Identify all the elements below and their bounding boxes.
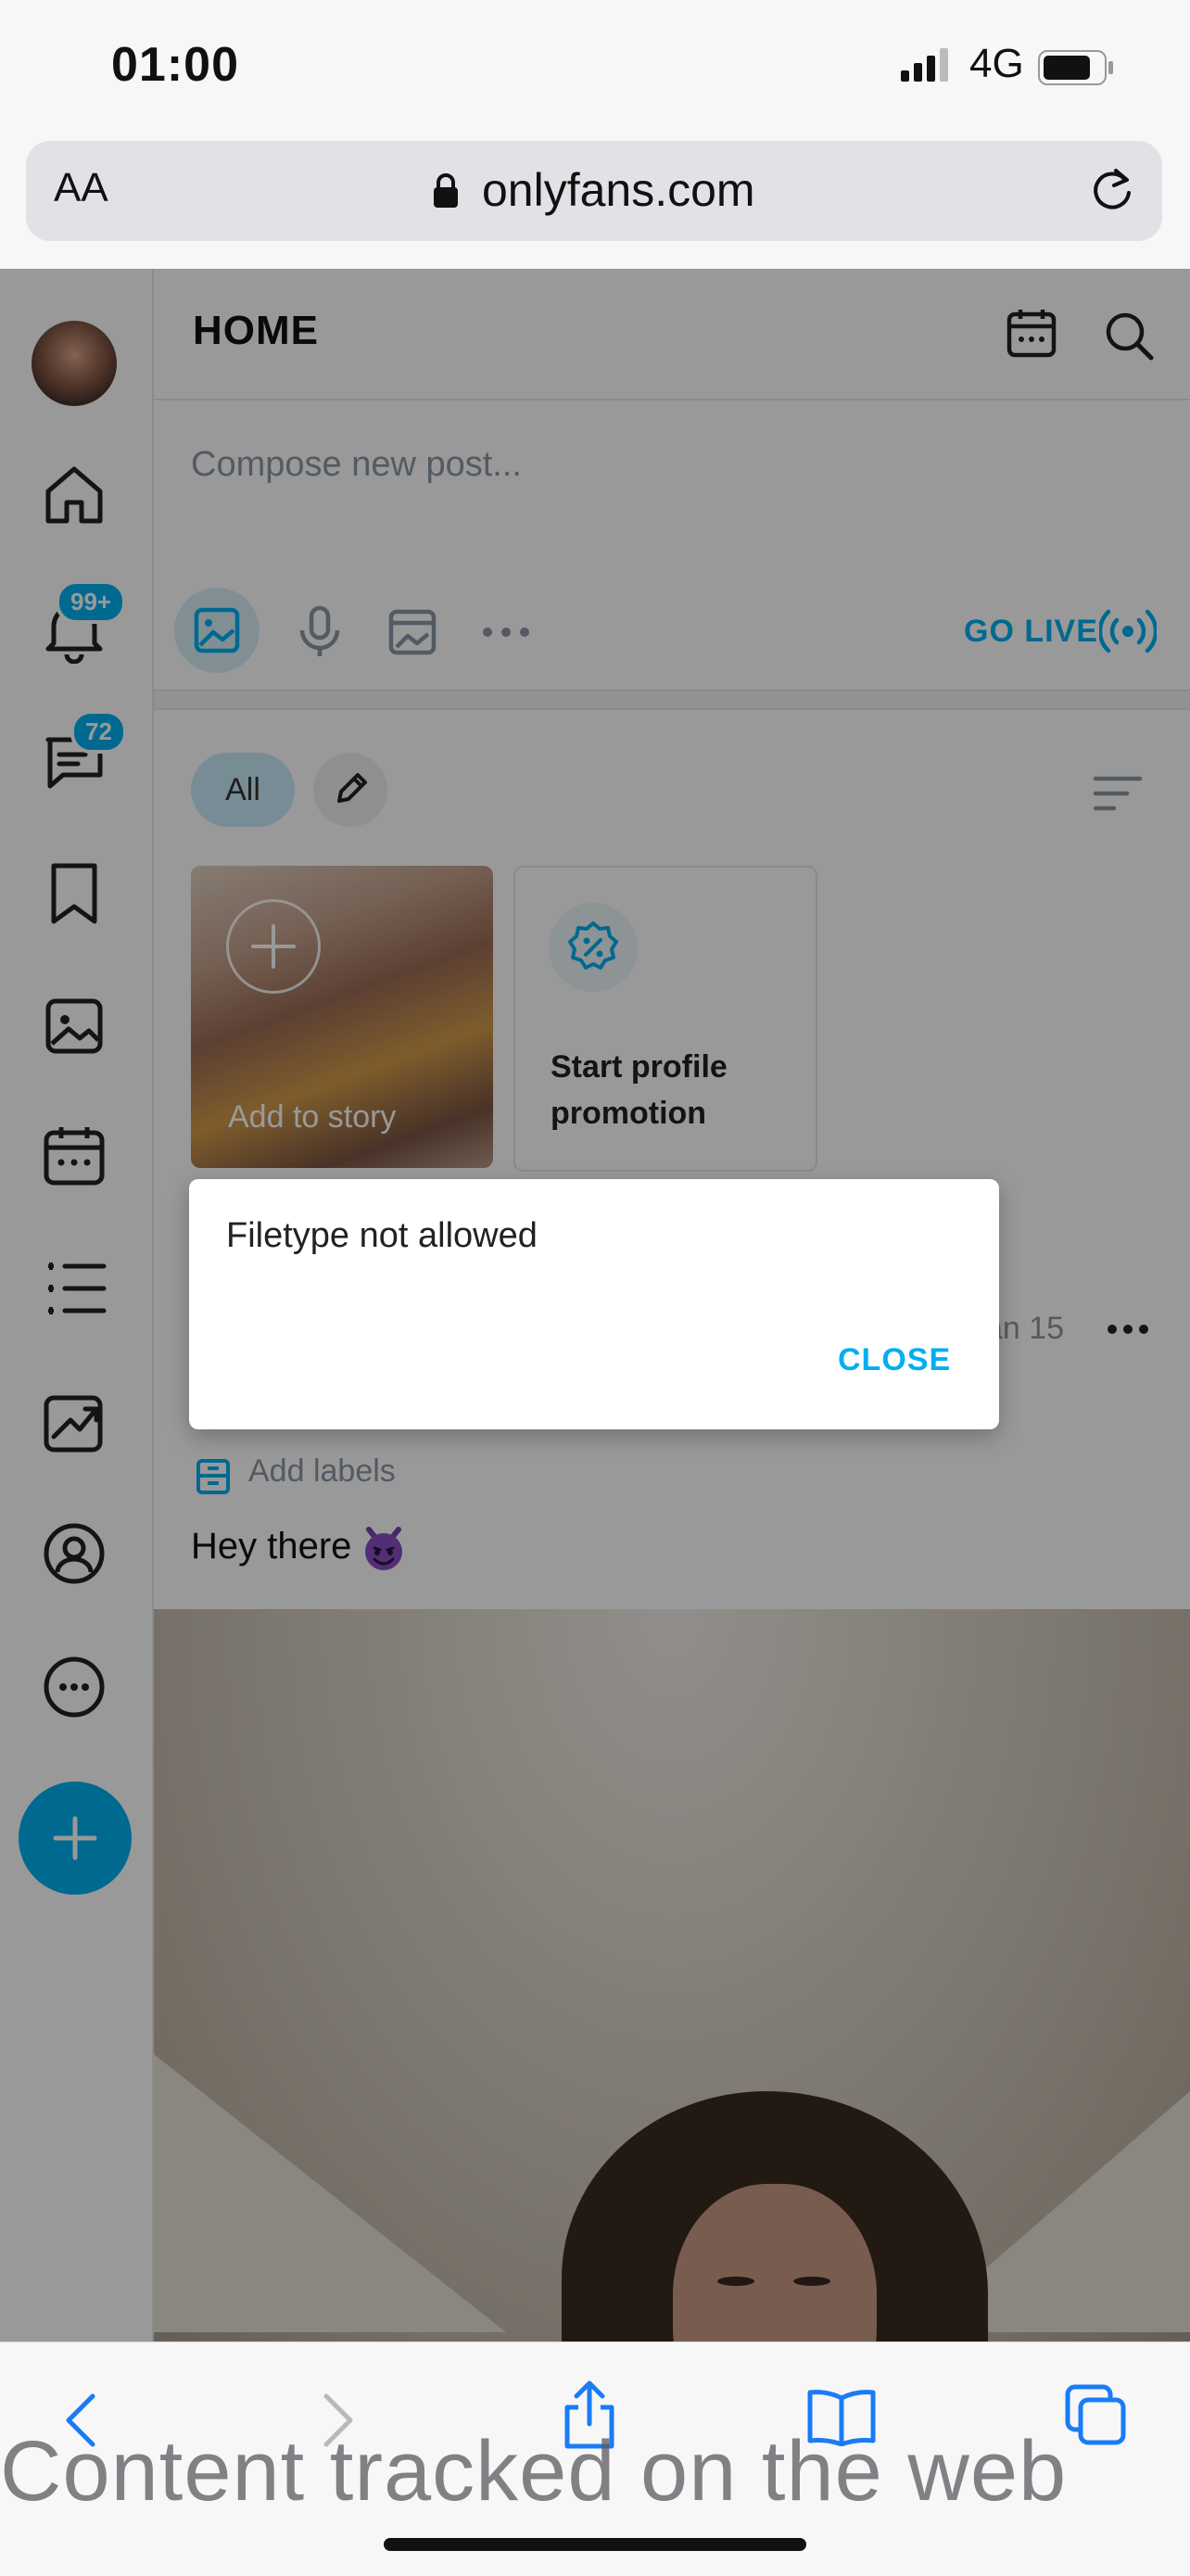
battery-icon [1038,50,1116,85]
close-button[interactable]: CLOSE [838,1342,951,1378]
network-label: 4G [969,41,1024,86]
lock-icon [432,172,460,209]
url-text[interactable]: onlyfans.com [482,163,755,217]
watermark-text: Content tracked on the web [0,2424,1068,2519]
home-indicator[interactable] [384,2538,806,2551]
page-content: 99+ 72 HOME Compose new post... GO LIVE … [0,269,1190,2341]
signal-icon [901,46,956,82]
text-size-button[interactable]: AA [54,165,108,211]
error-dialog: Filetype not allowed CLOSE [189,1179,999,1429]
reload-icon[interactable] [1088,165,1136,213]
text-size-label: AA [54,165,108,210]
status-time: 01:00 [111,38,239,92]
dialog-message: Filetype not allowed [226,1216,538,1255]
